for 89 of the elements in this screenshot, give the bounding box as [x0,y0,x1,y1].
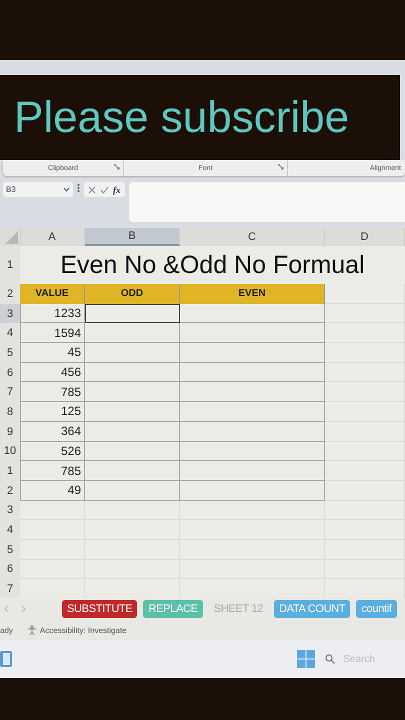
table-cell[interactable] [180,442,325,462]
table-cell[interactable] [180,343,325,363]
insert-function-button[interactable]: fx [113,184,120,194]
table-cell[interactable] [85,422,180,442]
table-cell[interactable] [180,461,325,481]
column-title: ODD [85,284,180,304]
cell-reference: B3 [6,185,16,194]
row-header[interactable]: 1 [0,461,20,481]
row-header[interactable]: 4 [0,520,20,540]
table-cell[interactable]: 49 [20,480,85,501]
row-header[interactable]: 9 [0,422,20,442]
table-cell[interactable] [180,362,325,382]
table-cell[interactable] [325,284,405,304]
table-cell[interactable] [85,480,180,501]
table-cell[interactable] [180,500,325,520]
accessibility-status[interactable]: Accessibility: Investigate [40,626,127,634]
table-cell[interactable] [85,402,180,422]
chevron-right-icon[interactable] [21,605,26,613]
table-cell[interactable]: 456 [20,362,85,382]
overlay-title: Please subscribe [13,92,350,142]
accessibility-icon[interactable] [26,625,37,635]
table-cell[interactable]: 45 [20,343,85,363]
table-cell[interactable]: 526 [20,442,85,462]
table-cell[interactable] [325,323,405,344]
status-text: ady [0,626,13,634]
table-cell[interactable] [180,422,325,442]
table-cell[interactable] [325,480,405,501]
chevron-left-icon[interactable] [4,605,9,613]
row-header[interactable]: 3 [0,500,20,520]
table-cell[interactable] [20,500,85,520]
row-header[interactable]: 3 [0,304,20,324]
row-header[interactable]: 7 [0,579,20,598]
table-cell[interactable]: 125 [20,402,85,422]
table-cell[interactable]: 785 [20,461,85,481]
table-cell[interactable] [325,442,405,462]
chevron-down-icon [63,187,70,192]
app-icon[interactable] [0,651,12,667]
column-header[interactable]: C [180,228,325,246]
table-cell[interactable]: 1594 [20,323,85,344]
launcher-icon[interactable] [278,164,284,170]
more-icon[interactable] [77,182,80,194]
windows-start-icon[interactable] [297,650,316,668]
table-cell[interactable] [85,304,180,324]
table-cell[interactable] [325,362,405,382]
table-cell[interactable] [85,362,180,382]
table-cell[interactable] [325,304,405,324]
row-header[interactable]: 6 [0,362,20,382]
cancel-icon[interactable] [88,186,96,194]
sheet-tab[interactable]: SUBSTITUTE [62,600,138,618]
formula-input[interactable] [128,182,405,222]
sheet-title: Even No &Odd No Formual [59,250,366,280]
row-header[interactable]: 8 [0,402,20,422]
row-header[interactable]: 10 [0,442,20,462]
search-icon [325,654,336,664]
table-cell[interactable] [85,461,180,481]
table-cell[interactable]: 785 [20,382,85,402]
row-header[interactable]: 1 [0,246,20,284]
column-header[interactable]: B [85,228,180,246]
table-cell[interactable] [85,343,180,363]
table-cell[interactable] [180,323,325,344]
row-header[interactable]: 5 [0,540,20,560]
table-cell[interactable] [325,402,405,422]
table-cell[interactable] [325,343,405,363]
table-cell[interactable] [180,402,325,422]
table-cell[interactable] [180,480,325,501]
table-cell[interactable] [325,461,405,481]
check-icon[interactable] [100,186,109,194]
column-header[interactable]: D [325,228,405,246]
row-header[interactable]: 2 [0,284,20,304]
table-cell[interactable]: 1233 [20,304,85,324]
table-cell[interactable] [85,442,180,462]
table-cell[interactable] [85,500,180,520]
column-title: EVEN [180,284,325,304]
table-cell[interactable] [325,500,405,520]
table-cell[interactable] [180,304,325,324]
row-header[interactable]: 5 [0,343,20,363]
row-header[interactable]: 7 [0,382,20,402]
column-title: VALUE [20,284,85,304]
table-cell[interactable] [85,323,180,344]
row-header[interactable]: 2 [0,480,20,501]
launcher-icon[interactable] [114,164,120,170]
name-box[interactable]: B3 [3,182,73,197]
row-header[interactable]: 4 [0,323,20,344]
table-cell[interactable] [180,382,325,402]
table-cell[interactable] [325,422,405,442]
row-header[interactable]: 6 [0,560,20,580]
table-cell[interactable] [85,382,180,402]
table-cell[interactable]: 364 [20,422,85,442]
table-cell[interactable] [325,382,405,402]
